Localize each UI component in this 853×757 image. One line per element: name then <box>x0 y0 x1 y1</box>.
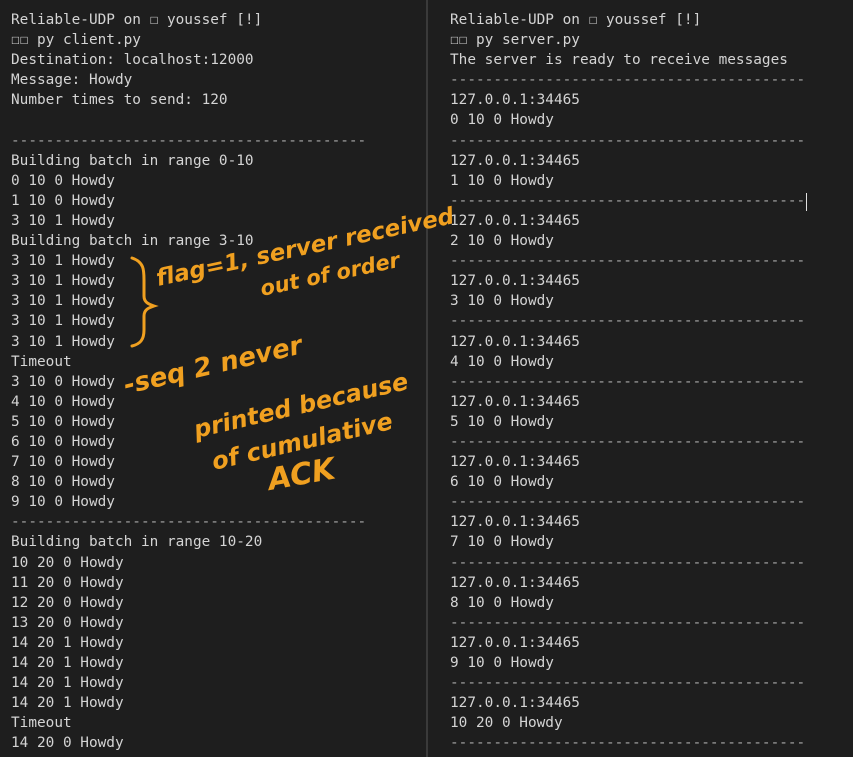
terminal-line: 14 20 0 Howdy <box>11 735 124 752</box>
terminal-line: 4 10 0 Howdy <box>450 353 554 370</box>
terminal-line: 0 10 0 Howdy <box>11 172 115 189</box>
terminal-line: 127.0.0.1:34465 <box>450 454 580 471</box>
terminal-line: 13 20 0 Howdy <box>11 614 124 631</box>
separator-line: ----------------------------------------… <box>11 132 367 149</box>
terminal-line: 7 10 0 Howdy <box>11 454 115 471</box>
separator-line: ----------------------------------------… <box>450 433 806 450</box>
terminal-line: 2 10 0 Howdy <box>450 233 554 250</box>
terminal-line: 127.0.0.1:34465 <box>450 212 580 229</box>
terminal-line: 3 10 1 Howdy <box>11 253 115 270</box>
terminal-line: 10 20 0 Howdy <box>11 554 124 571</box>
terminal-line: 14 20 1 Howdy <box>11 695 124 712</box>
terminal-line: 127.0.0.1:34465 <box>450 695 580 712</box>
text-cursor <box>806 193 807 211</box>
separator-line: ----------------------------------------… <box>11 514 367 531</box>
terminal-line: The server is ready to receive messages <box>450 52 788 69</box>
terminal-line: 127.0.0.1:34465 <box>450 333 580 350</box>
terminal-line: Building batch in range 0-10 <box>11 152 254 169</box>
terminal-line: 11 20 0 Howdy <box>11 574 124 591</box>
terminal-line: 127.0.0.1:34465 <box>450 273 580 290</box>
separator-line: ----------------------------------------… <box>450 373 806 390</box>
terminal-line: 7 10 0 Howdy <box>450 534 554 551</box>
terminal-line: 127.0.0.1:34465 <box>450 634 580 651</box>
terminal-line: ☐☐ py server.py <box>450 32 580 49</box>
separator-line: ----------------------------------------… <box>450 735 806 752</box>
terminal-line: 3 10 1 Howdy <box>11 273 115 290</box>
terminal-line: 3 10 1 Howdy <box>11 212 115 229</box>
separator-line: ----------------------------------------… <box>450 72 806 89</box>
terminal-line: Building batch in range 3-10 <box>11 233 254 250</box>
client-terminal-pane[interactable]: Reliable-UDP on ☐ youssef [!] ☐☐ py clien… <box>0 0 427 757</box>
separator-line: ----------------------------------------… <box>450 614 806 631</box>
separator-line: ----------------------------------------… <box>450 132 806 149</box>
terminal-line: 6 10 0 Howdy <box>11 433 115 450</box>
terminal-line: 3 10 0 Howdy <box>450 293 554 310</box>
terminal-line: 3 10 1 Howdy <box>11 333 115 350</box>
terminal-line: 14 20 1 Howdy <box>11 634 124 651</box>
terminal-line: Timeout <box>11 715 72 732</box>
separator-line: ----------------------------------------… <box>450 253 806 270</box>
terminal-line: 5 10 0 Howdy <box>450 413 554 430</box>
terminal-line: 1 10 0 Howdy <box>11 192 115 209</box>
terminal-line: Building batch in range 10-20 <box>11 534 263 551</box>
terminal-line: Destination: localhost:12000 <box>11 52 254 69</box>
terminal-line: 0 10 0 Howdy <box>450 112 554 129</box>
terminal-line: ☐☐ py client.py <box>11 32 141 49</box>
separator-line: ----------------------------------------… <box>450 192 806 209</box>
separator-line: ----------------------------------------… <box>450 313 806 330</box>
terminal-line: Timeout <box>11 353 72 370</box>
terminal-line: 4 10 0 Howdy <box>11 393 115 410</box>
terminal-line: 127.0.0.1:34465 <box>450 514 580 531</box>
terminal-line: 127.0.0.1:34465 <box>450 92 580 109</box>
separator-line: ----------------------------------------… <box>450 675 806 692</box>
terminal-line: 127.0.0.1:34465 <box>450 574 580 591</box>
terminal-line: Reliable-UDP on ☐ youssef [!] <box>11 12 263 28</box>
terminal-line: 12 20 0 Howdy <box>11 594 124 611</box>
terminal-line: Reliable-UDP on ☐ youssef [!] <box>450 12 702 28</box>
terminal-line: 127.0.0.1:34465 <box>450 393 580 410</box>
separator-line: ----------------------------------------… <box>450 554 806 571</box>
terminal-line: Message: Howdy <box>11 72 133 89</box>
terminal-line: 8 10 0 Howdy <box>450 594 554 611</box>
terminal-line: 8 10 0 Howdy <box>11 474 115 491</box>
terminal-line: 10 20 0 Howdy <box>450 715 563 732</box>
server-terminal-pane[interactable]: Reliable-UDP on ☐ youssef [!] ☐☐ py serve… <box>428 0 853 757</box>
terminal-line: 9 10 0 Howdy <box>450 655 554 671</box>
terminal-line: 3 10 1 Howdy <box>11 293 115 310</box>
terminal-line: 127.0.0.1:34465 <box>450 152 580 169</box>
terminal-line: 1 10 0 Howdy <box>450 172 554 189</box>
terminal-line: Number times to send: 120 <box>11 92 228 109</box>
terminal-line: 14 20 1 Howdy <box>11 655 124 671</box>
separator-line: ----------------------------------------… <box>450 494 806 511</box>
terminal-line: 14 20 1 Howdy <box>11 675 124 692</box>
terminal-line: 3 10 0 Howdy <box>11 373 115 390</box>
terminal-line: 5 10 0 Howdy <box>11 413 115 430</box>
terminal-line: 9 10 0 Howdy <box>11 494 115 511</box>
terminal-line: 6 10 0 Howdy <box>450 474 554 491</box>
terminal-line: 3 10 1 Howdy <box>11 313 115 330</box>
